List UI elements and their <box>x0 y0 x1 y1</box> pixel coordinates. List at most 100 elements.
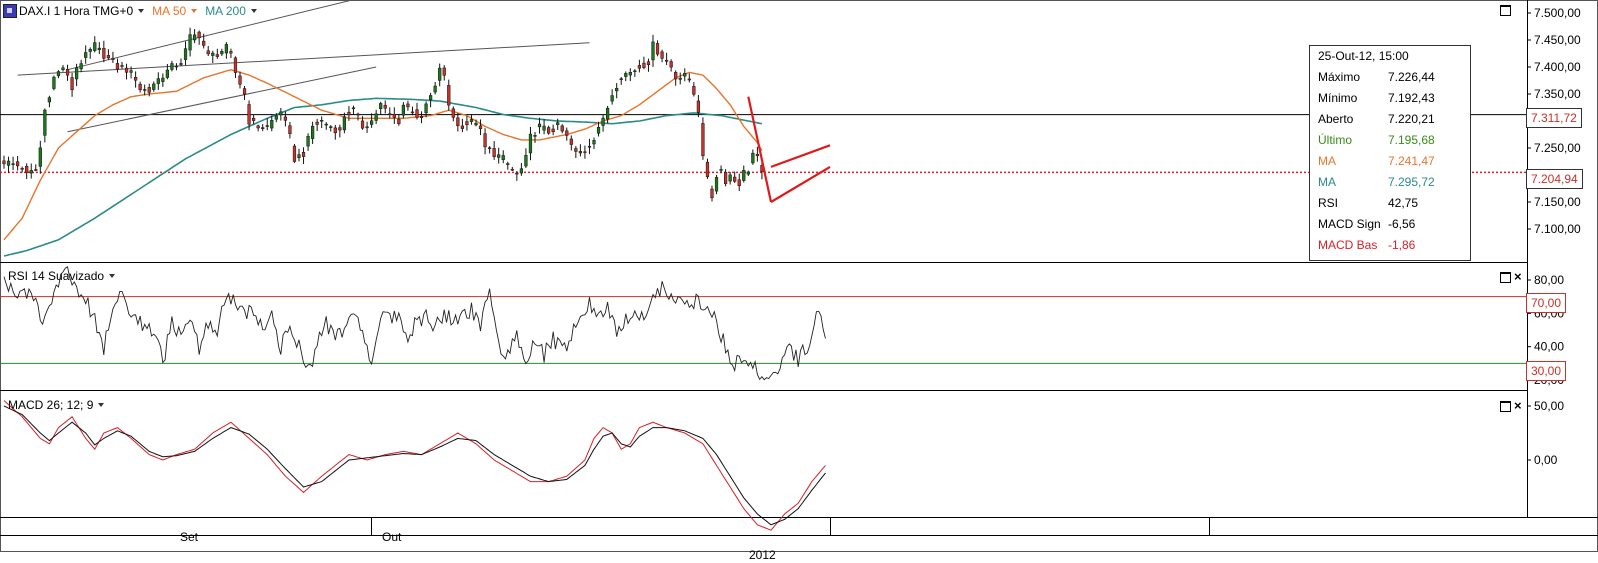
candle <box>320 120 324 122</box>
ma50-dropdown-icon[interactable] <box>191 9 198 13</box>
candle <box>406 103 410 108</box>
candle <box>569 138 573 145</box>
candle <box>415 109 419 118</box>
candle <box>456 117 460 126</box>
main-maximize-icon[interactable] <box>1500 5 1511 16</box>
candle <box>719 169 723 171</box>
candle <box>519 168 523 174</box>
rsi-maximize-icon[interactable] <box>1500 272 1511 283</box>
macd-maximize-icon[interactable] <box>1500 401 1511 412</box>
candle <box>733 176 737 182</box>
macd-dropdown-icon[interactable] <box>98 403 105 407</box>
candle <box>342 116 346 131</box>
candle <box>56 71 61 77</box>
resistance-price-tag: 7.311,72 <box>1526 108 1582 128</box>
info-row-label: MA <box>1318 154 1336 168</box>
candle <box>43 109 47 136</box>
candle <box>25 165 29 173</box>
candle <box>65 69 70 76</box>
candle <box>34 169 38 171</box>
axes: 7.100,007.150,007.200,007.250,007.300,00… <box>1527 6 1581 467</box>
candle <box>705 161 710 178</box>
candle <box>324 123 328 126</box>
candle <box>533 135 537 137</box>
candle <box>478 125 483 129</box>
info-box: 25-Out-12, 15:00 Máximo 7.226,44 Mínimo 7.1… <box>1309 45 1471 261</box>
ma200-label[interactable]: MA 200 <box>205 4 246 18</box>
candle <box>147 87 151 93</box>
candle <box>442 67 446 76</box>
candle <box>38 147 42 167</box>
candle <box>474 123 478 126</box>
candle <box>270 120 274 129</box>
candle <box>265 125 269 127</box>
candle <box>138 83 142 91</box>
main-title-dropdown-icon[interactable] <box>138 9 145 13</box>
candle <box>360 120 365 129</box>
price-tick-label: 7.450,00 <box>1534 33 1581 47</box>
ma200-dropdown-icon[interactable] <box>250 9 257 13</box>
candle <box>696 100 700 113</box>
candle <box>174 65 179 68</box>
info-row-label: MA <box>1318 175 1336 189</box>
rsi-tick-label: 80,00 <box>1534 273 1564 287</box>
macd-title[interactable]: MACD 26; 12; 9 <box>8 398 93 412</box>
macd-signal-line <box>3 405 826 526</box>
rsi-dropdown-icon[interactable] <box>109 274 116 278</box>
candle <box>728 174 732 182</box>
chart-logo-icon <box>3 4 17 18</box>
ma50-line <box>3 68 763 241</box>
candle <box>542 125 546 131</box>
candle <box>202 40 206 46</box>
candle <box>193 34 197 41</box>
candle <box>714 177 719 192</box>
info-row-label: Aberto <box>1318 112 1354 126</box>
candle <box>152 83 156 90</box>
candle <box>401 104 405 116</box>
info-row-value: -1,86 <box>1388 238 1416 252</box>
candle <box>492 148 496 157</box>
candle <box>6 160 11 166</box>
month-label-set: Set <box>180 530 199 544</box>
candle <box>252 117 256 121</box>
candle <box>596 127 601 134</box>
candle <box>615 87 619 92</box>
price-tick-label: 7.100,00 <box>1534 222 1581 236</box>
candle <box>379 103 383 109</box>
candle <box>365 126 369 129</box>
main-title[interactable]: DAX.I 1 Hora TMG+0 <box>19 4 133 18</box>
candle <box>506 163 510 165</box>
candle <box>242 88 247 95</box>
candle <box>410 111 415 114</box>
candle <box>292 145 297 162</box>
candle <box>483 133 487 148</box>
candle <box>488 147 492 150</box>
candle <box>637 65 641 69</box>
candle <box>397 118 401 125</box>
candle <box>683 73 687 77</box>
price-tick-label: 7.150,00 <box>1534 195 1581 209</box>
candle <box>642 62 646 68</box>
candle <box>574 148 578 152</box>
candle <box>88 48 92 52</box>
rsi-close-icon[interactable]: × <box>1514 270 1522 283</box>
year-label: 2012 <box>749 548 776 562</box>
candle <box>179 63 183 65</box>
macd-header: MACD 26; 12; 9 <box>8 397 112 413</box>
candle <box>301 152 306 157</box>
info-row-value: 7.220,21 <box>1388 112 1435 126</box>
candle <box>501 155 505 160</box>
candle <box>224 44 228 54</box>
candle <box>624 73 628 77</box>
candle <box>111 58 115 60</box>
candle <box>669 61 673 68</box>
candle <box>633 70 637 73</box>
candle <box>687 78 691 81</box>
candle <box>20 168 24 170</box>
ma200-line <box>3 97 763 257</box>
info-row: RSI 42,75 <box>1318 194 1466 212</box>
candle <box>724 172 728 184</box>
rsi-title[interactable]: RSI 14 Suavizado <box>8 269 104 283</box>
macd-close-icon[interactable]: × <box>1514 399 1522 412</box>
ma50-label[interactable]: MA 50 <box>152 4 186 18</box>
